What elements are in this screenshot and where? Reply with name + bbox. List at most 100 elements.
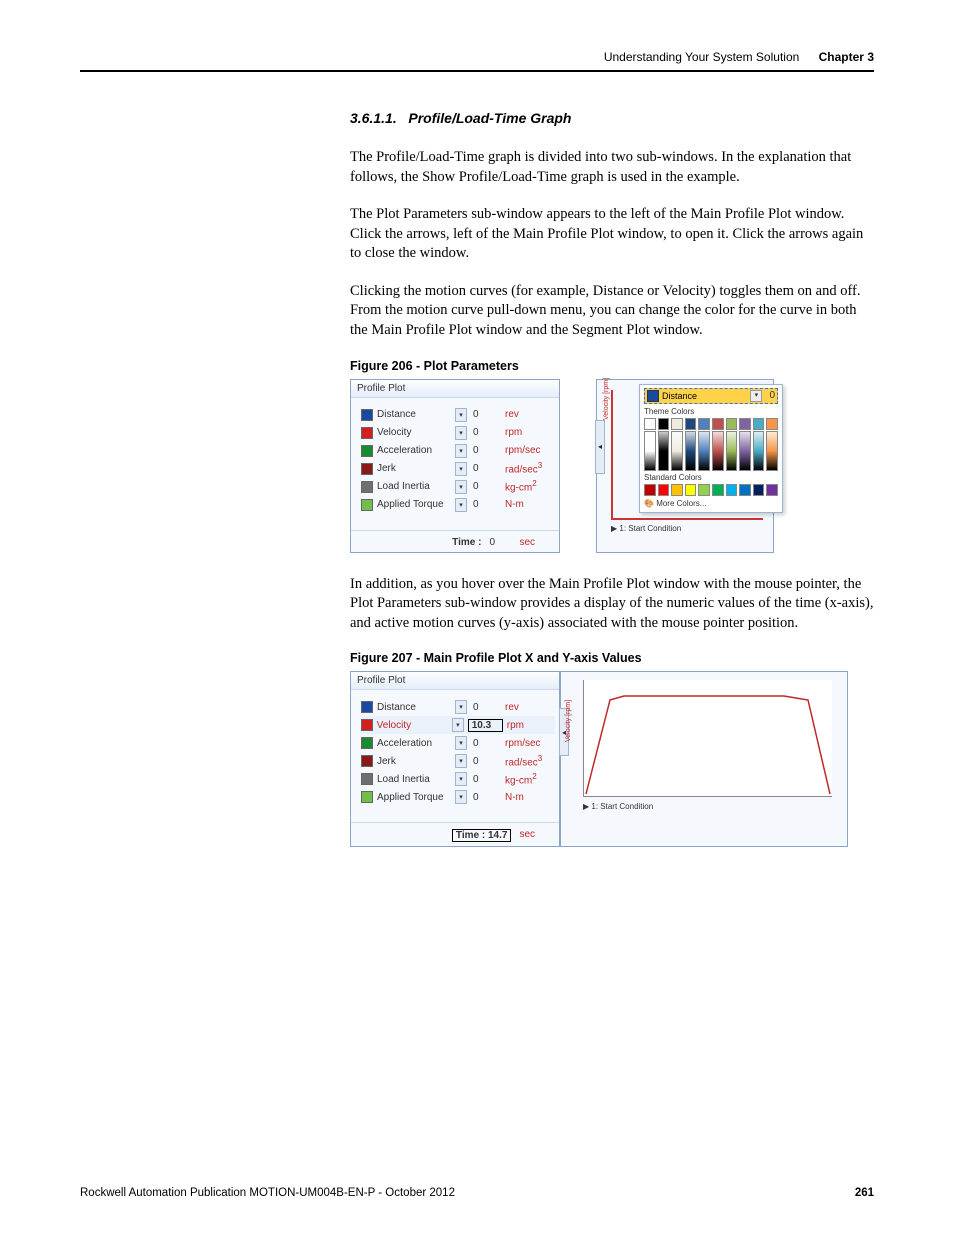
param-row-applied-torque[interactable]: Applied Torque ▾ 0 N-m bbox=[361, 496, 555, 514]
color-option[interactable] bbox=[766, 418, 778, 430]
header-section: Understanding Your System Solution bbox=[604, 50, 799, 64]
param-row-acceleration[interactable]: Acceleration ▾ 0 rpm/sec bbox=[361, 734, 555, 752]
chevron-down-icon[interactable]: ▾ bbox=[750, 390, 762, 402]
color-option[interactable] bbox=[739, 484, 751, 496]
page-number: 261 bbox=[855, 1187, 874, 1199]
color-option[interactable] bbox=[644, 418, 656, 430]
paragraph: In addition, as you hover over the Main … bbox=[350, 575, 874, 634]
figure-206: Profile Plot Distance ▾ 0 rev Velocity bbox=[350, 379, 874, 553]
chevron-down-icon[interactable]: ▾ bbox=[455, 462, 467, 476]
chevron-down-icon[interactable]: ▾ bbox=[455, 498, 467, 512]
chevron-down-icon[interactable]: ▾ bbox=[455, 772, 467, 786]
param-name: Velocity bbox=[377, 427, 451, 438]
param-value: 0 bbox=[471, 792, 501, 803]
panel-title: Profile Plot bbox=[351, 380, 559, 398]
color-option[interactable] bbox=[658, 484, 670, 496]
plot-parameters-panel: Profile Plot Distance ▾ 0 rev Velocity bbox=[350, 379, 560, 553]
y-axis-label: Velocity [rpm] bbox=[603, 377, 610, 419]
color-option[interactable] bbox=[739, 418, 751, 430]
color-swatch bbox=[647, 390, 659, 402]
page-footer: Rockwell Automation Publication MOTION-U… bbox=[80, 1187, 874, 1199]
color-swatch bbox=[361, 409, 373, 421]
param-value: 0 bbox=[471, 445, 501, 456]
param-row-velocity[interactable]: Velocity ▾ 10.3 rpm bbox=[361, 716, 555, 734]
chevron-down-icon[interactable]: ▾ bbox=[455, 790, 467, 804]
color-shade-column[interactable] bbox=[671, 431, 683, 471]
param-row-load-inertia[interactable]: Load Inertia ▾ 0 kg-cm2 bbox=[361, 770, 555, 788]
color-option[interactable] bbox=[698, 484, 710, 496]
time-unit: sec bbox=[519, 829, 535, 842]
color-option[interactable] bbox=[685, 484, 697, 496]
param-unit: kg-cm2 bbox=[505, 772, 555, 786]
chevron-down-icon[interactable]: ▾ bbox=[455, 754, 467, 768]
param-row-distance[interactable]: Distance ▾ 0 rev bbox=[361, 698, 555, 716]
standard-colors-row[interactable] bbox=[644, 484, 778, 496]
plot-parameters-panel: Profile Plot Distance ▾ 0 rev Velocity ▾… bbox=[350, 671, 560, 847]
param-value: 0 bbox=[471, 774, 501, 785]
chevron-down-icon[interactable]: ▾ bbox=[455, 480, 467, 494]
color-shade-column[interactable] bbox=[658, 431, 670, 471]
param-unit: kg-cm2 bbox=[505, 479, 555, 493]
chevron-down-icon[interactable]: ▾ bbox=[455, 444, 467, 458]
param-value: 10.3 bbox=[468, 719, 503, 732]
param-row-load-inertia[interactable]: Load Inertia ▾ 0 kg-cm2 bbox=[361, 478, 555, 496]
chevron-down-icon[interactable]: ▾ bbox=[455, 736, 467, 750]
color-picker-popup[interactable]: Distance ▾ 0 Theme Colors Standard Color… bbox=[639, 384, 783, 513]
color-option[interactable] bbox=[753, 418, 765, 430]
color-shade-column[interactable] bbox=[712, 431, 724, 471]
color-option[interactable] bbox=[644, 484, 656, 496]
param-row-acceleration[interactable]: Acceleration ▾ 0 rpm/sec bbox=[361, 442, 555, 460]
color-option[interactable] bbox=[712, 484, 724, 496]
more-colors-link[interactable]: 🎨 More Colors... bbox=[644, 499, 778, 508]
param-value: 0 bbox=[471, 427, 501, 438]
main-profile-plot[interactable]: ◂ Velocity [rpm] ▶ 1: Start Condition Di… bbox=[596, 379, 774, 553]
color-option[interactable] bbox=[658, 418, 670, 430]
figure-207: Profile Plot Distance ▾ 0 rev Velocity ▾… bbox=[350, 671, 874, 847]
param-unit: rpm/sec bbox=[505, 738, 555, 749]
color-shade-column[interactable] bbox=[726, 431, 738, 471]
color-shade-column[interactable] bbox=[644, 431, 656, 471]
color-option[interactable] bbox=[726, 484, 738, 496]
param-row-applied-torque[interactable]: Applied Torque ▾ 0 N-m bbox=[361, 788, 555, 806]
color-swatch bbox=[361, 481, 373, 493]
param-value: 0 bbox=[471, 409, 501, 420]
color-option[interactable] bbox=[753, 484, 765, 496]
color-option[interactable] bbox=[671, 484, 683, 496]
chevron-down-icon[interactable]: ▾ bbox=[455, 700, 467, 714]
param-row-velocity[interactable]: Velocity ▾ 0 rpm bbox=[361, 424, 555, 442]
figure-caption: Figure 207 - Main Profile Plot X and Y-a… bbox=[350, 651, 874, 665]
param-row-distance[interactable]: Distance ▾ 0 rev bbox=[361, 406, 555, 424]
param-name: Velocity bbox=[377, 720, 448, 731]
theme-colors-label: Theme Colors bbox=[644, 407, 778, 416]
color-option[interactable] bbox=[685, 418, 697, 430]
time-label: Time : bbox=[452, 537, 481, 548]
popup-curve-name: Distance bbox=[662, 391, 747, 401]
popup-selected-curve[interactable]: Distance ▾ 0 bbox=[644, 388, 778, 404]
figure-caption: Figure 206 - Plot Parameters bbox=[350, 359, 874, 373]
theme-colors-row[interactable] bbox=[644, 418, 778, 430]
color-shade-column[interactable] bbox=[766, 431, 778, 471]
color-option[interactable] bbox=[712, 418, 724, 430]
color-option[interactable] bbox=[766, 484, 778, 496]
footer-publication: Rockwell Automation Publication MOTION-U… bbox=[80, 1187, 455, 1199]
color-shade-column[interactable] bbox=[685, 431, 697, 471]
chevron-down-icon[interactable]: ▾ bbox=[455, 426, 467, 440]
plot-axes bbox=[583, 680, 832, 797]
collapse-toggle[interactable]: ◂ bbox=[595, 420, 605, 474]
param-name: Distance bbox=[377, 409, 451, 420]
chevron-down-icon[interactable]: ▾ bbox=[452, 718, 464, 732]
color-option[interactable] bbox=[726, 418, 738, 430]
theme-colors-shades[interactable] bbox=[644, 431, 778, 471]
param-row-jerk[interactable]: Jerk ▾ 0 rad/sec3 bbox=[361, 460, 555, 478]
color-shade-column[interactable] bbox=[698, 431, 710, 471]
color-option[interactable] bbox=[671, 418, 683, 430]
color-option[interactable] bbox=[698, 418, 710, 430]
param-name: Load Inertia bbox=[377, 774, 451, 785]
color-swatch bbox=[361, 737, 373, 749]
chevron-down-icon[interactable]: ▾ bbox=[455, 408, 467, 422]
param-row-jerk[interactable]: Jerk ▾ 0 rad/sec3 bbox=[361, 752, 555, 770]
color-shade-column[interactable] bbox=[753, 431, 765, 471]
param-name: Jerk bbox=[377, 756, 451, 767]
main-profile-plot[interactable]: ◂ Velocity [rpm] ▶ 1: Start Condition bbox=[560, 671, 848, 847]
color-shade-column[interactable] bbox=[739, 431, 751, 471]
